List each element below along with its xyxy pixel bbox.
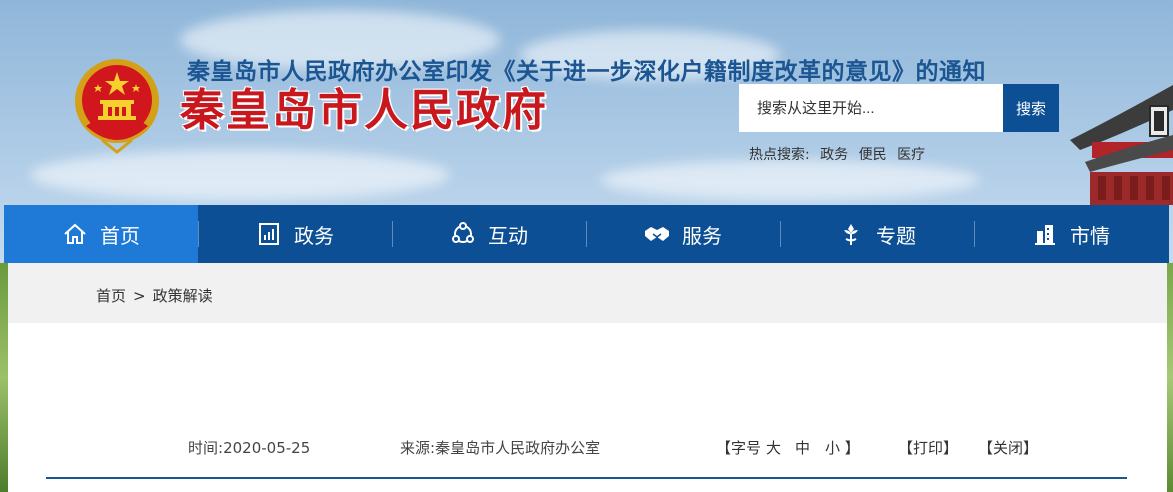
greenery-decoration xyxy=(0,263,8,492)
article-container xyxy=(8,323,1167,492)
nav-item-topics[interactable]: 专题 xyxy=(780,205,974,263)
font-medium-button[interactable]: 中 xyxy=(795,437,810,458)
hot-search: 热点搜索: 政务 便民 医疗 xyxy=(749,144,931,164)
nav-label: 市情 xyxy=(1070,223,1110,248)
article-source: 来源:秦皇岛市人民政府办公室 xyxy=(400,437,600,458)
building-icon xyxy=(1035,225,1055,245)
hot-link-government[interactable]: 政务 xyxy=(820,147,848,163)
nav-label: 首页 xyxy=(100,223,140,248)
nav-item-city-info[interactable]: 市情 xyxy=(974,205,1168,263)
cloud-decoration xyxy=(30,150,450,200)
nav-label: 互动 xyxy=(488,223,528,248)
flower-icon xyxy=(844,224,858,245)
handshake-icon xyxy=(645,227,669,241)
cloud-decoration xyxy=(600,160,980,200)
font-size-label: 【字号 xyxy=(716,439,762,457)
main-nav: 首页 政务 互动 服务 专题 市情 xyxy=(4,205,1169,263)
nav-item-interaction[interactable]: 互动 xyxy=(392,205,586,263)
search-button[interactable]: 搜索 xyxy=(1003,84,1059,132)
hot-link-medical[interactable]: 医疗 xyxy=(897,147,925,163)
time-label: 时间: xyxy=(188,439,224,457)
breadcrumb-current-link[interactable]: 政策解读 xyxy=(153,287,213,305)
interaction-icon xyxy=(452,222,474,243)
nav-item-home[interactable]: 首页 xyxy=(4,205,198,263)
hot-search-label: 热点搜索: xyxy=(749,147,810,163)
home-icon xyxy=(64,223,86,244)
font-large-button[interactable]: 大 xyxy=(766,437,781,458)
nav-label: 政务 xyxy=(294,223,334,248)
nav-label: 专题 xyxy=(876,223,916,248)
breadcrumb-bar: 首页 > 政策解读 xyxy=(8,263,1167,323)
article-time: 时间:2020-05-25 xyxy=(188,437,310,458)
time-value: 2020-05-25 xyxy=(223,439,311,457)
greenery-decoration xyxy=(1167,263,1173,492)
site-header: 秦皇岛市人民政府 搜索 热点搜索: 政务 便民 医疗 xyxy=(0,0,1173,205)
hot-link-convenience[interactable]: 便民 xyxy=(859,147,887,163)
close-button[interactable]: 【关闭】 xyxy=(978,437,1038,458)
breadcrumb: 首页 > 政策解读 xyxy=(96,285,213,306)
nav-item-government[interactable]: 政务 xyxy=(198,205,392,263)
nav-item-service[interactable]: 服务 xyxy=(586,205,780,263)
gate-tower-illustration xyxy=(1070,85,1173,205)
print-button[interactable]: 【打印】 xyxy=(898,437,958,458)
source-value: 秦皇岛市人民政府办公室 xyxy=(435,439,601,457)
breadcrumb-separator: > xyxy=(133,287,146,305)
bar-chart-icon xyxy=(259,223,279,245)
nav-label: 服务 xyxy=(682,223,722,248)
search-input[interactable] xyxy=(739,84,1003,132)
breadcrumb-home-link[interactable]: 首页 xyxy=(96,287,126,305)
title-divider xyxy=(46,477,1127,479)
source-label: 来源: xyxy=(400,439,436,457)
font-small-button[interactable]: 小 】 xyxy=(825,437,860,458)
article-title: 秦皇岛市人民政府办公室印发《关于进一步深化户籍制度改革的意见》的通知 xyxy=(187,59,986,85)
